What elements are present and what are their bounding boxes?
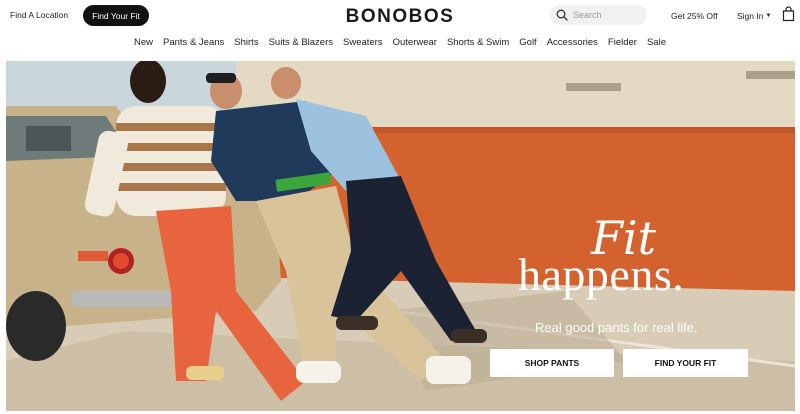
logo[interactable]: BONOBOS xyxy=(346,6,455,27)
hero-subhead: Real good pants for real life. xyxy=(535,320,698,335)
nav-item-pants-jeans[interactable]: Pants & Jeans xyxy=(158,37,229,55)
nav-item-sweaters[interactable]: Sweaters xyxy=(338,37,388,55)
top-bar: Find A Location Find Your Fit BONOBOS Se… xyxy=(0,0,800,32)
find-your-fit-cta-button[interactable]: FIND YOUR FIT xyxy=(623,349,748,377)
shop-pants-button[interactable]: SHOP PANTS xyxy=(490,349,614,377)
hero-headline-happens: happens. xyxy=(518,249,685,300)
nav-item-suits-blazers[interactable]: Suits & Blazers xyxy=(264,37,338,55)
nav-item-golf[interactable]: Golf xyxy=(514,37,541,55)
nav-item-new[interactable]: New xyxy=(129,37,158,55)
search-input[interactable]: Search xyxy=(550,5,647,25)
sign-in-label: Sign In xyxy=(737,11,764,21)
hero-banner[interactable]: Fit happens. Real good pants for real li… xyxy=(6,61,795,411)
main-nav: New Pants & Jeans Shirts Suits & Blazers… xyxy=(0,37,800,55)
nav-item-sale[interactable]: Sale xyxy=(642,37,671,55)
search-placeholder: Search xyxy=(573,10,602,20)
nav-item-accessories[interactable]: Accessories xyxy=(542,37,603,55)
find-location-link[interactable]: Find A Location xyxy=(10,10,68,20)
nav-item-fielder[interactable]: Fielder xyxy=(603,37,642,55)
caret-down-icon: ▼ xyxy=(765,13,772,19)
shopping-bag-icon[interactable] xyxy=(782,6,795,22)
promo-link[interactable]: Get 25% Off xyxy=(671,11,718,21)
search-icon xyxy=(556,9,568,21)
nav-item-shorts-swim[interactable]: Shorts & Swim xyxy=(442,37,514,55)
nav-item-shirts[interactable]: Shirts xyxy=(229,37,263,55)
nav-item-outerwear[interactable]: Outerwear xyxy=(388,37,442,55)
sign-in-menu[interactable]: Sign In ▼ xyxy=(737,11,771,21)
find-your-fit-button[interactable]: Find Your Fit xyxy=(83,5,149,26)
